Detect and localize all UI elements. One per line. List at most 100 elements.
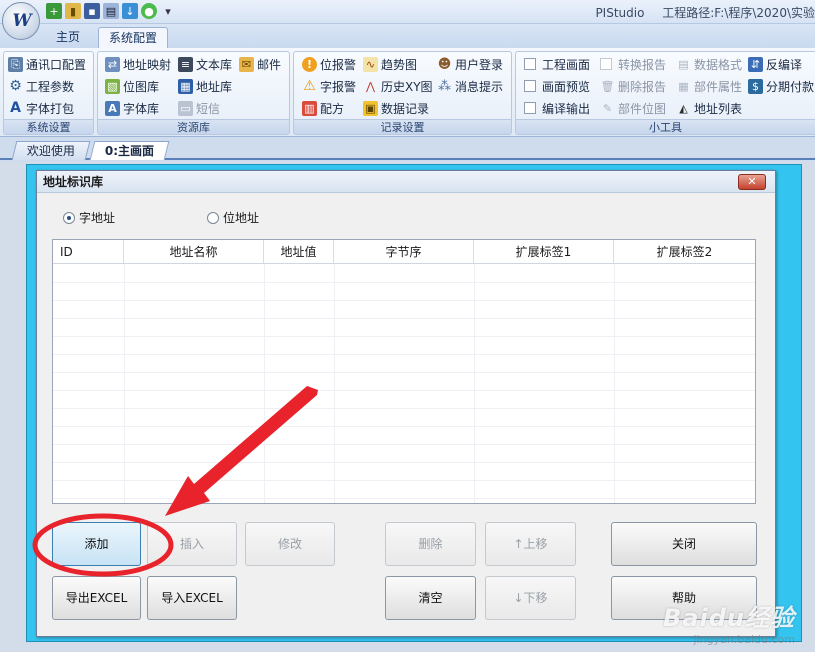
dropdown-icon[interactable]: ▾ (160, 3, 176, 19)
convert-report-check[interactable]: 转换报告 (600, 54, 666, 74)
bit-address-option[interactable]: 位地址 (207, 209, 259, 226)
column-id[interactable]: ID (53, 240, 124, 263)
screen-preview-check[interactable]: 画面预览 (524, 76, 590, 96)
delete-report-button[interactable]: 🗑 删除报告 (600, 76, 667, 96)
column-byte-order[interactable]: 字节序 (334, 240, 474, 263)
word-alarm-button[interactable]: ⚠ 字报警 (302, 76, 356, 96)
project-params-button[interactable]: ⚙ 工程参数 (8, 76, 74, 96)
bitmap-lib-button[interactable]: ▧ 位图库 (105, 76, 159, 96)
quick-access-toolbar: + ▮ ▪ ▤ ↓ ● ▾ (46, 3, 176, 19)
table-body (53, 264, 755, 503)
address-lib-button[interactable]: ▦ 地址库 (178, 76, 232, 96)
move-down-button[interactable]: ↓下移 (485, 576, 576, 620)
compile-output-checkbox[interactable] (524, 102, 536, 114)
dialog-close-icon[interactable]: ✕ (738, 174, 766, 190)
recipe-button[interactable]: ▥ 配方 (302, 98, 344, 118)
text-lib-button[interactable]: ≡ 文本库 (178, 54, 232, 74)
trend-chart-button[interactable]: ∿ 趋势图 (363, 54, 417, 74)
bit-address-radio[interactable] (207, 211, 219, 224)
group-label-resource-lib: 资源库 (98, 119, 289, 134)
doc-tab-main-screen[interactable]: 0:主画面 (89, 141, 170, 160)
tab-system-config[interactable]: 系统配置 (98, 27, 169, 48)
group-system-settings: ⎘ 通讯口配置 ⚙ 工程参数 A 字体打包 系统设置 (3, 51, 94, 135)
comm-port-config-button[interactable]: ⎘ 通讯口配置 (8, 54, 86, 74)
column-address-name[interactable]: 地址名称 (124, 240, 264, 263)
comm-port-icon: ⎘ (8, 56, 23, 72)
sms-label: 短信 (196, 101, 221, 116)
table-row-line (53, 408, 755, 409)
font-lib-icon: A (105, 100, 120, 116)
bit-address-label: 位地址 (223, 211, 260, 225)
address-lib-icon: ▦ (178, 78, 193, 94)
part-props-button[interactable]: ▦ 部件属性 (676, 76, 742, 96)
column-ext-tag-2[interactable]: 扩展标签2 (614, 240, 755, 263)
modify-button[interactable]: 修改 (245, 522, 335, 566)
data-record-button[interactable]: ▣ 数据记录 (363, 98, 429, 118)
decompile-button[interactable]: ⇵ 反编译 (748, 54, 802, 74)
recipe-icon: ▥ (302, 100, 317, 116)
message-tip-button[interactable]: ⁂ 消息提示 (437, 76, 503, 96)
data-format-button[interactable]: ▤ 数据格式 (676, 54, 742, 74)
run-icon[interactable]: ● (141, 3, 157, 19)
recipe-label: 配方 (320, 101, 345, 116)
data-record-icon: ▣ (363, 100, 378, 116)
table-row-line (53, 336, 755, 337)
insert-button[interactable]: 插入 (147, 522, 237, 566)
delete-button[interactable]: 删除 (385, 522, 476, 566)
trash-icon: 🗑 (600, 79, 615, 93)
export-icon[interactable]: ▤ (103, 3, 119, 19)
compile-output-check[interactable]: 编译输出 (524, 98, 590, 118)
close-button[interactable]: 关闭 (611, 522, 757, 566)
compile-output-label: 编译输出 (542, 101, 591, 116)
project-screen-checkbox[interactable] (524, 58, 536, 70)
message-icon: ⁂ (438, 78, 451, 94)
font-pack-button[interactable]: A 字体打包 (8, 98, 74, 118)
move-up-button[interactable]: ↑上移 (485, 522, 576, 566)
bitmap-icon: ▧ (105, 78, 120, 94)
user-login-button[interactable]: ☻ 用户登录 (437, 54, 503, 74)
bit-alarm-label: 位报警 (320, 57, 357, 72)
sms-button[interactable]: ▭ 短信 (178, 98, 220, 118)
export-excel-button[interactable]: 导出EXCEL (52, 576, 141, 620)
mail-button[interactable]: ✉ 邮件 (239, 54, 281, 74)
word-address-option[interactable]: 字地址 (63, 209, 115, 226)
screen-preview-checkbox[interactable] (524, 80, 536, 92)
screen-preview-label: 画面预览 (542, 79, 591, 94)
open-icon[interactable]: ▮ (65, 3, 81, 19)
part-props-icon: ▦ (678, 79, 689, 93)
font-lib-button[interactable]: A 字体库 (105, 98, 159, 118)
installment-button[interactable]: $ 分期付款 (748, 76, 814, 96)
table-header: ID 地址名称 地址值 字节序 扩展标签1 扩展标签2 (53, 240, 755, 264)
bit-alarm-icon: ! (302, 56, 317, 72)
compile-icon[interactable]: ↓ (122, 3, 138, 19)
bitmap-lib-label: 位图库 (123, 79, 160, 94)
column-address-value[interactable]: 地址值 (264, 240, 334, 263)
app-name: PIStudio (595, 6, 645, 20)
window-title: PIStudio 工程路径:F:\程序\2020\实验 (581, 4, 815, 21)
address-table[interactable]: ID 地址名称 地址值 字节序 扩展标签1 扩展标签2 (52, 239, 756, 504)
address-library-dialog: 地址标识库 ✕ 字地址 位地址 ID 地址名称 地址值 字节序 扩展标签1 扩展… (36, 170, 776, 637)
new-icon[interactable]: + (46, 3, 62, 19)
app-logo-icon[interactable]: W (2, 2, 40, 40)
table-row-line (53, 372, 755, 373)
installment-icon: $ (748, 78, 763, 94)
column-ext-tag-1[interactable]: 扩展标签1 (474, 240, 614, 263)
part-bitmap-button[interactable]: ✎ 部件位图 (600, 98, 666, 118)
history-xy-button[interactable]: ⋀ 历史XY图 (363, 76, 433, 96)
project-screen-check[interactable]: 工程画面 (524, 54, 590, 74)
clear-button[interactable]: 清空 (385, 576, 476, 620)
doc-tab-welcome[interactable]: 欢迎使用 (11, 141, 91, 160)
word-address-radio[interactable] (63, 211, 75, 224)
save-icon[interactable]: ▪ (84, 3, 100, 19)
import-excel-button[interactable]: 导入EXCEL (147, 576, 237, 620)
font-pack-label: 字体打包 (26, 101, 75, 116)
add-button[interactable]: 添加 (52, 522, 141, 566)
convert-report-checkbox[interactable] (600, 58, 612, 70)
word-alarm-label: 字报警 (320, 79, 357, 94)
mail-icon: ✉ (239, 56, 254, 72)
group-label-record-settings: 记录设置 (294, 119, 511, 134)
address-map-button[interactable]: ⇄ 地址映射 (105, 54, 171, 74)
tab-home[interactable]: 主页 (46, 27, 90, 48)
bit-alarm-button[interactable]: ! 位报警 (302, 54, 356, 74)
address-list-button[interactable]: ◭ 地址列表 (676, 98, 742, 118)
